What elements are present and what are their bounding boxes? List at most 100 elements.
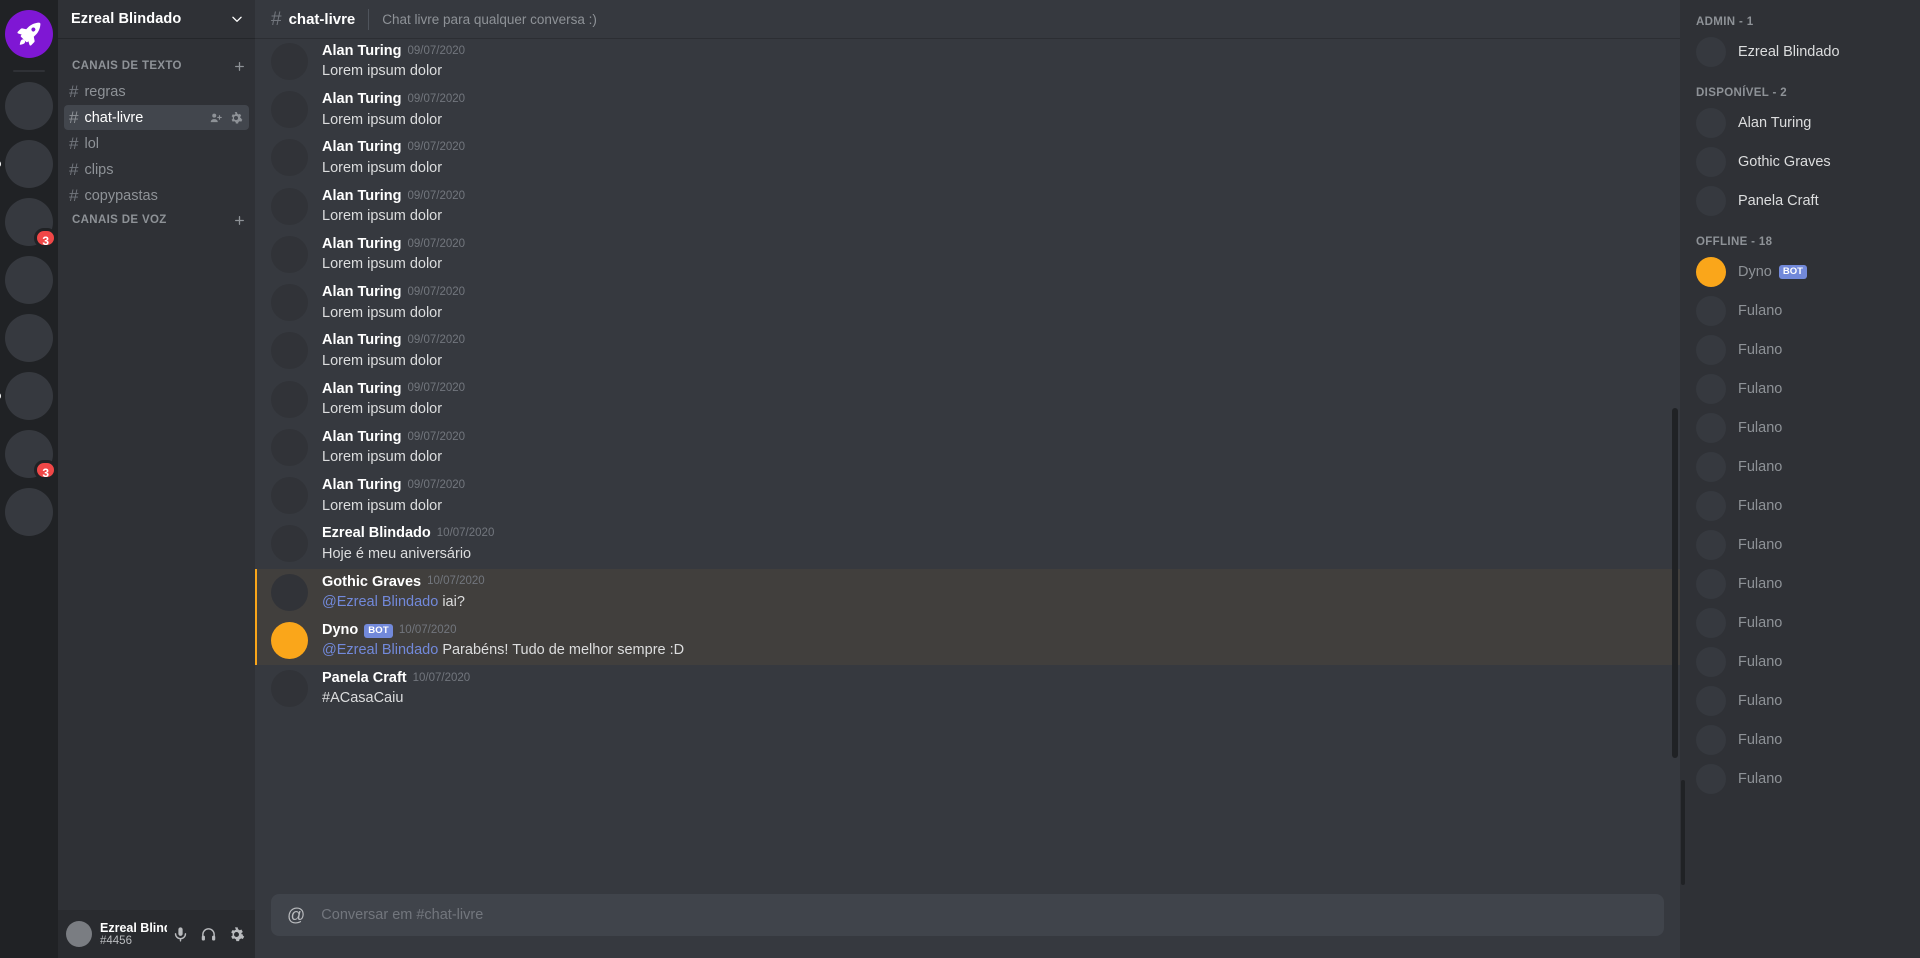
message-row: Gothic Graves 10/07/2020 @Ezreal Blindado … bbox=[255, 568, 1680, 617]
avatar[interactable] bbox=[271, 235, 308, 273]
member-row[interactable]: Alan Turing bbox=[1688, 104, 1912, 142]
message-text: Hoje é meu aniversário bbox=[322, 545, 472, 562]
avatar[interactable] bbox=[271, 428, 308, 466]
member-list-scrollbar[interactable] bbox=[1681, 780, 1685, 885]
message-author[interactable]: Alan Turing bbox=[322, 477, 401, 494]
member-row[interactable]: Fulano bbox=[1688, 760, 1912, 798]
avatar[interactable] bbox=[271, 380, 308, 418]
avatar[interactable] bbox=[271, 332, 308, 370]
message-timestamp: 09/07/2020 bbox=[407, 93, 466, 106]
message-author[interactable]: Alan Turing bbox=[322, 332, 401, 349]
member-row[interactable]: Ezreal Blindado bbox=[1688, 33, 1912, 71]
server-avatar[interactable] bbox=[5, 140, 53, 188]
message-author[interactable]: Alan Turing bbox=[322, 236, 401, 253]
avatar[interactable] bbox=[271, 43, 308, 80]
member-row[interactable]: Dyno BOT bbox=[1688, 253, 1912, 291]
message-composer[interactable]: @ bbox=[271, 894, 1664, 936]
message-input[interactable] bbox=[321, 907, 1648, 923]
member-row[interactable]: Gothic Graves bbox=[1688, 143, 1912, 181]
message-author[interactable]: Dyno bbox=[322, 622, 358, 639]
server-button[interactable]: 3 bbox=[5, 430, 57, 480]
add-channel-icon[interactable] bbox=[233, 214, 246, 227]
message-row: Alan Turing 09/07/2020 Lorem ipsum dolor bbox=[255, 231, 1680, 279]
hash-icon: # bbox=[69, 82, 79, 101]
chevron-down-icon[interactable] bbox=[230, 12, 244, 26]
user-mention[interactable]: @Ezreal Blindado bbox=[322, 594, 438, 610]
sidebar-channel-copypastas[interactable]: # copypastas bbox=[64, 183, 249, 208]
member-row[interactable]: Fulano bbox=[1688, 448, 1912, 486]
message-author[interactable]: Alan Turing bbox=[322, 429, 401, 446]
home-server-button[interactable] bbox=[5, 10, 53, 58]
server-avatar[interactable] bbox=[5, 372, 53, 420]
member-row[interactable]: Fulano bbox=[1688, 604, 1912, 642]
member-row[interactable]: Panela Craft bbox=[1688, 182, 1912, 220]
server-button[interactable] bbox=[0, 140, 53, 188]
microphone-button[interactable] bbox=[167, 921, 193, 947]
avatar[interactable] bbox=[271, 525, 308, 563]
invite-person-icon[interactable] bbox=[209, 111, 223, 125]
member-row[interactable]: Fulano bbox=[1688, 565, 1912, 603]
server-avatar[interactable] bbox=[5, 314, 53, 362]
gear-icon[interactable] bbox=[229, 111, 243, 125]
sidebar-channel-regras[interactable]: # regras bbox=[64, 79, 249, 104]
sidebar-channel-clips[interactable]: # clips bbox=[64, 157, 249, 182]
message-author[interactable]: Alan Turing bbox=[322, 91, 401, 108]
server-avatar[interactable] bbox=[5, 488, 53, 536]
member-row[interactable]: Fulano bbox=[1688, 682, 1912, 720]
message-body: Alan Turing 09/07/2020 Lorem ipsum dolor bbox=[322, 188, 465, 226]
user-settings-button[interactable] bbox=[223, 921, 249, 947]
message-author[interactable]: Ezreal Blindado bbox=[322, 525, 431, 542]
member-row[interactable]: Fulano bbox=[1688, 292, 1912, 330]
server-button[interactable] bbox=[5, 82, 53, 130]
message-author[interactable]: Alan Turing bbox=[322, 139, 401, 156]
messages-scrollbar[interactable] bbox=[1672, 408, 1678, 758]
member-row[interactable]: Fulano bbox=[1688, 487, 1912, 525]
message-body: Alan Turing 09/07/2020 Lorem ipsum dolor bbox=[322, 381, 465, 419]
user-mention[interactable]: @Ezreal Blindado bbox=[322, 642, 438, 658]
member-name: Panela Craft bbox=[1738, 193, 1819, 209]
member-name: Ezreal Blindado bbox=[1738, 44, 1840, 60]
avatar bbox=[1696, 186, 1726, 216]
message-text: Lorem ipsum dolor bbox=[322, 256, 443, 273]
member-row[interactable]: Fulano bbox=[1688, 409, 1912, 447]
server-button[interactable] bbox=[0, 372, 53, 420]
member-row[interactable]: Fulano bbox=[1688, 721, 1912, 759]
channel-category-header[interactable]: CANAIS DE VOZ bbox=[58, 208, 255, 232]
member-row[interactable]: Fulano bbox=[1688, 643, 1912, 681]
member-row[interactable]: Fulano bbox=[1688, 526, 1912, 564]
avatar[interactable] bbox=[271, 139, 308, 177]
message-scroller[interactable]: Alan Turing 09/07/2020 Lorem ipsum dolor Al… bbox=[255, 38, 1680, 894]
server-button[interactable] bbox=[5, 488, 53, 536]
guild-header-button[interactable]: Ezreal Blindado bbox=[58, 0, 255, 38]
at-icon[interactable]: @ bbox=[287, 905, 305, 926]
headphones-button[interactable] bbox=[195, 921, 221, 947]
avatar[interactable] bbox=[271, 573, 308, 611]
server-button[interactable]: 3 bbox=[5, 198, 57, 248]
avatar[interactable] bbox=[271, 284, 308, 322]
message-author[interactable]: Alan Turing bbox=[322, 284, 401, 301]
message-author[interactable]: Alan Turing bbox=[322, 43, 401, 60]
member-row[interactable]: Fulano bbox=[1688, 331, 1912, 369]
server-avatar[interactable] bbox=[5, 256, 53, 304]
sidebar-channel-lol[interactable]: # lol bbox=[64, 131, 249, 156]
member-row[interactable]: Fulano bbox=[1688, 370, 1912, 408]
avatar[interactable] bbox=[271, 670, 308, 708]
avatar[interactable] bbox=[271, 91, 308, 129]
sidebar-channel-chat-livre[interactable]: # chat-livre bbox=[64, 105, 249, 130]
avatar[interactable] bbox=[271, 477, 308, 515]
server-button[interactable] bbox=[5, 256, 53, 304]
message-author[interactable]: Alan Turing bbox=[322, 381, 401, 398]
avatar[interactable] bbox=[66, 921, 92, 947]
server-avatar[interactable] bbox=[5, 82, 53, 130]
add-channel-icon[interactable] bbox=[233, 60, 246, 73]
channel-category-header[interactable]: CANAIS DE TEXTO bbox=[58, 54, 255, 78]
server-button[interactable] bbox=[5, 314, 53, 362]
message-author[interactable]: Panela Craft bbox=[322, 670, 407, 687]
message-author[interactable]: Gothic Graves bbox=[322, 574, 421, 591]
avatar[interactable] bbox=[271, 187, 308, 225]
avatar[interactable] bbox=[271, 621, 308, 659]
home-server-bubble[interactable] bbox=[5, 10, 53, 58]
message-author[interactable]: Alan Turing bbox=[322, 188, 401, 205]
member-name: Fulano bbox=[1738, 342, 1783, 358]
member-name: Fulano bbox=[1738, 693, 1783, 709]
